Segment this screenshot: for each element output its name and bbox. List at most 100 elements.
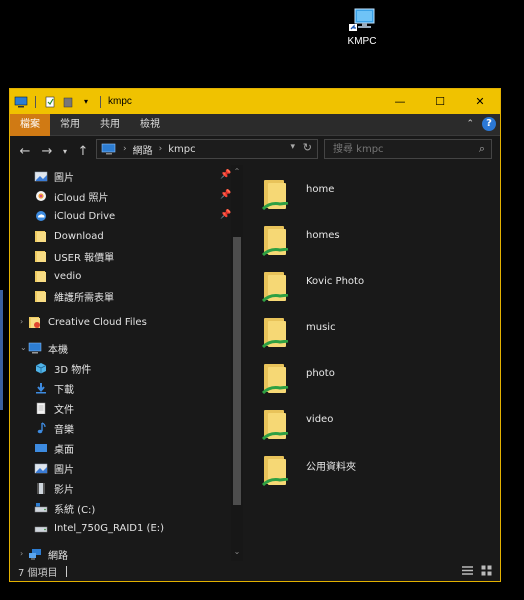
nav-item-desktop[interactable]: 桌面 <box>34 439 74 457</box>
list-item[interactable]: music <box>262 311 336 355</box>
folder-name: video <box>306 413 334 425</box>
nav-item-label: Intel_750G_RAID1 (E:) <box>54 522 165 534</box>
details-view-icon[interactable] <box>462 565 473 576</box>
large-icons-view-icon[interactable] <box>481 565 492 576</box>
network-icon <box>28 548 42 560</box>
tab-view[interactable]: 檢視 <box>130 114 170 136</box>
nav-item-label: vedio <box>54 270 82 282</box>
back-arrow-icon[interactable]: ← <box>14 144 36 159</box>
help-icon[interactable]: ? <box>482 117 496 131</box>
network-share-folder-icon <box>262 362 290 396</box>
nav-item-label: Creative Cloud Files <box>48 316 147 328</box>
forward-arrow-icon[interactable]: → <box>36 144 58 159</box>
3d-objects-icon <box>34 362 48 374</box>
tab-share[interactable]: 共用 <box>90 114 130 136</box>
system-drive-icon <box>34 502 48 514</box>
list-item[interactable]: photo <box>262 357 335 401</box>
nav-item-label: 音樂 <box>54 424 74 436</box>
nav-item-label: 圖片 <box>54 464 74 476</box>
scroll-down-icon[interactable]: ⌄ <box>232 547 242 556</box>
creative-cloud-folder-icon <box>28 316 42 328</box>
scrollbar-thumb[interactable] <box>233 237 241 505</box>
window-controls: — ☐ ✕ <box>380 89 500 114</box>
up-arrow-icon[interactable]: ↑ <box>72 144 94 159</box>
nav-item-system-drive[interactable]: 系統 (C:) <box>34 499 95 517</box>
network-share-folder-icon <box>262 270 290 304</box>
breadcrumb-separator[interactable]: › <box>123 144 127 154</box>
nav-item-label: 圖片 <box>54 172 74 184</box>
nav-item-download[interactable]: Download <box>34 227 104 245</box>
pictures-icon <box>34 462 48 474</box>
desktop-icon-label: KMPC <box>347 36 377 47</box>
nav-item-raid-drive[interactable]: Intel_750G_RAID1 (E:) <box>34 519 164 537</box>
status-bar: 7 個項目 <box>10 561 500 581</box>
nav-item-label: 下載 <box>54 384 74 396</box>
expand-chevron-icon[interactable]: › <box>20 549 23 558</box>
customize-toolbar-icon[interactable]: ▾ <box>79 96 93 108</box>
drive-icon <box>34 522 48 534</box>
folder-icon <box>34 250 48 262</box>
nav-pane-scrollbar[interactable]: ⌃ ⌄ <box>231 165 243 561</box>
search-box[interactable]: ⌕ <box>324 139 492 159</box>
recent-locations-icon[interactable]: ▾ <box>58 147 72 156</box>
refresh-icon[interactable]: ↻ <box>303 141 312 154</box>
search-input[interactable] <box>325 140 465 158</box>
folder-icon <box>34 230 48 242</box>
breadcrumb-separator[interactable]: › <box>159 144 163 154</box>
title-bar[interactable]: ▾ kmpc — ☐ ✕ <box>10 89 500 114</box>
desktop-icon <box>34 442 48 454</box>
pin-icon[interactable]: 📌 <box>220 190 231 200</box>
nav-item-pictures-pc[interactable]: 圖片 <box>34 459 74 477</box>
nav-item-icloud-photos[interactable]: iCloud 照片 <box>34 187 109 205</box>
nav-item-downloads[interactable]: 下載 <box>34 379 74 397</box>
nav-item-user-quotation[interactable]: USER 報價單 <box>34 247 114 265</box>
tab-file[interactable]: 檔案 <box>10 113 50 136</box>
quick-access-toolbar: ▾ <box>10 95 104 108</box>
nav-item-videos[interactable]: 影片 <box>34 479 74 497</box>
nav-item-3d-objects[interactable]: 3D 物件 <box>34 359 91 377</box>
nav-item-label: 桌面 <box>54 444 74 456</box>
pin-icon[interactable]: 📌 <box>220 170 231 180</box>
folder-icon <box>34 290 48 302</box>
ribbon-controls: ⌃ ? <box>466 117 496 131</box>
properties-icon[interactable] <box>43 96 57 108</box>
icloud-drive-icon <box>34 210 48 222</box>
nav-item-documents[interactable]: 文件 <box>34 399 74 417</box>
nav-item-vedio[interactable]: vedio <box>34 267 81 285</box>
breadcrumb-network[interactable]: 網路 <box>133 142 153 157</box>
nav-item-icloud-drive[interactable]: iCloud Drive <box>34 207 115 225</box>
address-dropdown-icon[interactable]: ▾ <box>290 142 295 152</box>
tab-home[interactable]: 常用 <box>50 114 90 136</box>
nav-item-creative-cloud[interactable]: Creative Cloud Files <box>28 313 147 331</box>
nav-item-label: iCloud Drive <box>54 210 116 222</box>
nav-item-label: Download <box>54 230 104 242</box>
minimize-button[interactable]: — <box>380 89 420 114</box>
nav-item-label: 網路 <box>48 550 68 562</box>
close-button[interactable]: ✕ <box>460 89 500 114</box>
expand-chevron-icon[interactable]: › <box>20 317 23 326</box>
network-share-folder-icon <box>262 454 290 488</box>
collapse-chevron-icon[interactable]: ⌄ <box>20 343 27 352</box>
pictures-icon <box>34 170 48 182</box>
breadcrumb-kmpc[interactable]: kmpc <box>168 144 195 155</box>
list-item[interactable]: video <box>262 403 333 447</box>
background-window-edge <box>0 290 3 410</box>
nav-item-label: 系統 (C:) <box>54 504 96 516</box>
view-switcher <box>462 565 492 576</box>
expand-ribbon-icon[interactable]: ⌃ <box>466 119 474 129</box>
nav-item-this-pc[interactable]: 本機 <box>28 339 68 357</box>
list-item[interactable]: home <box>262 173 334 217</box>
this-pc-icon <box>28 342 42 354</box>
list-item[interactable]: homes <box>262 219 340 263</box>
nav-item-pictures[interactable]: 圖片 <box>34 167 74 185</box>
new-folder-icon[interactable] <box>61 96 75 108</box>
scroll-up-icon[interactable]: ⌃ <box>232 167 242 176</box>
maximize-button[interactable]: ☐ <box>420 89 460 114</box>
pin-icon[interactable]: 📌 <box>220 210 231 220</box>
kmpc-desktop-shortcut[interactable]: KMPC <box>338 8 386 47</box>
address-bar[interactable]: › 網路 › kmpc ▾ ↻ <box>96 139 318 159</box>
list-item[interactable]: 公用資料夾 <box>262 449 356 493</box>
nav-item-maintenance-forms[interactable]: 維護所需表單 <box>34 287 114 305</box>
list-item[interactable]: Kovic Photo <box>262 265 364 309</box>
nav-item-music[interactable]: 音樂 <box>34 419 74 437</box>
